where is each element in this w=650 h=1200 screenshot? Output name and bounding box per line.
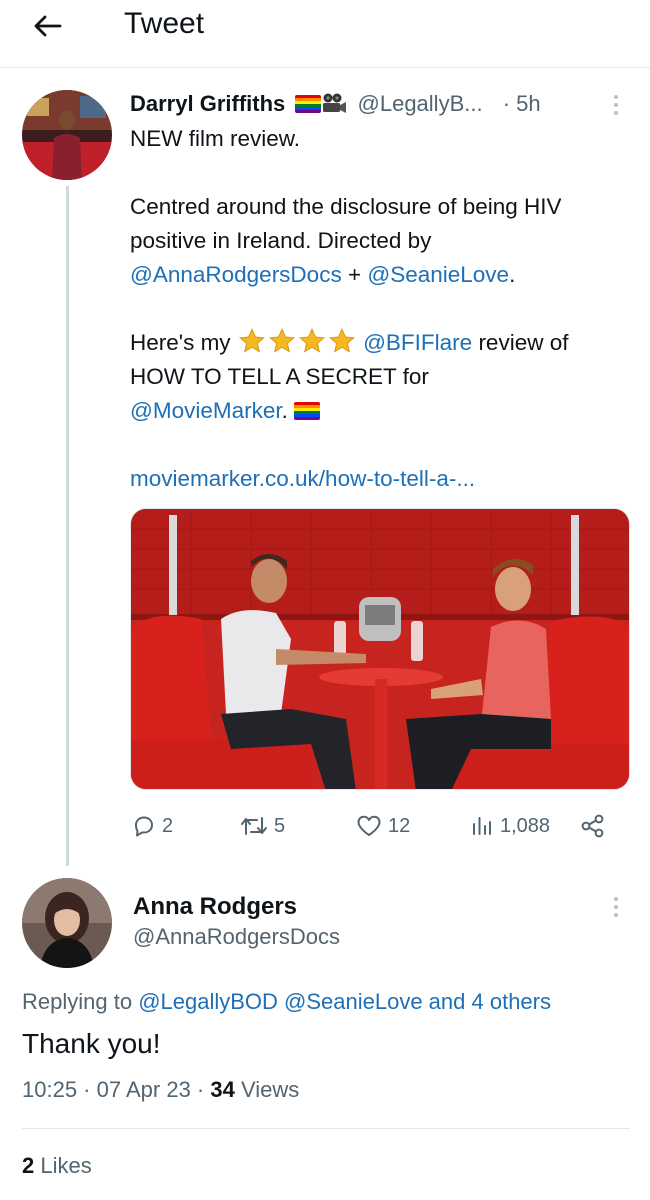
avatar-photo [22,90,112,180]
views-button[interactable]: 1,088 [470,808,550,844]
likes-count: 2 [22,1153,35,1178]
tweet-text-span: Here's my [130,330,237,355]
share-button[interactable] [580,808,606,844]
top-bar: Tweet [0,0,650,68]
retweet-icon [241,817,267,835]
reply-text: Thank you! [22,1028,161,1059]
more-dot-icon [614,95,618,99]
star-icon [298,328,325,353]
star-icon [238,328,265,353]
replying-to-links[interactable]: @LegallyBOD @SeanieLove and 4 others [138,989,551,1014]
divider [22,1128,630,1129]
mention-link[interactable]: @BFIFlare [363,330,472,355]
film-still-image [131,509,629,789]
reply-author-name[interactable]: Anna Rodgers [133,890,297,924]
reply-views-label: Views [234,1077,300,1102]
tweet-timestamp[interactable]: 5h [516,91,540,116]
back-button[interactable] [22,6,72,46]
avatar-photo [22,878,112,968]
rainbow-flag-icon [295,95,322,113]
replying-prefix: Replying to [22,989,139,1014]
more-dot-icon [614,913,618,917]
arrow-left-icon [34,15,62,37]
tweet-line: positive in Ireland. Directed by [130,228,432,253]
likes-label: Likes [34,1153,92,1178]
separator-dot: · [502,91,511,116]
plus-text: + [341,262,368,287]
tweet-action-bar: 2 5 12 1,088 [130,808,610,844]
tweet-body: NEW film review. Centred around the disc… [130,122,630,496]
reply-more-options-button[interactable] [606,894,626,920]
more-dot-icon [614,905,618,909]
star-rating [237,328,357,355]
tweet-text-span: review of [472,330,569,355]
tweet-line: Centred around the disclosure of being H… [130,194,562,219]
tweet-line: moviemarker.co.uk/how-to-tell-a-... [130,462,630,496]
views-count: 1,088 [500,814,551,837]
retweet-button[interactable]: 5 [240,808,285,844]
thread-connector-line [66,186,69,866]
author-name[interactable]: Darryl Griffiths [130,91,285,116]
likes-summary[interactable]: 2 Likes [22,1150,92,1182]
movie-camera-icon [323,93,347,113]
rainbow-flag-icon [294,402,321,420]
more-dot-icon [614,103,618,107]
tweet-header: Darryl Griffiths @LegallyB... · 5h [130,86,620,122]
mention-link[interactable]: @AnnaRodgersDocs [130,262,342,287]
star-icon [328,328,355,353]
reply-author-handle[interactable]: @AnnaRodgersDocs [133,922,340,952]
tweet-line: Here's my @BFIFlare review of [130,326,630,360]
reply-icon [135,816,153,837]
tweet-line: @AnnaRodgersDocs + @SeanieLove. [130,258,630,292]
page-title: Tweet [124,7,205,40]
reply-time[interactable]: 10:25 [22,1077,77,1102]
more-dot-icon [614,897,618,901]
author-handle[interactable]: @LegallyB... [358,91,483,116]
reply-count: 2 [162,814,174,837]
share-icon [581,814,604,838]
more-dot-icon [614,111,618,115]
analytics-bars-icon [473,817,491,835]
replying-to-line: Replying to @LegallyBOD @SeanieLove and … [22,986,642,1018]
reply-button[interactable]: 2 [132,808,173,844]
reply-date[interactable]: 07 Apr 23 [97,1077,191,1102]
tweet-line: NEW film review. [130,126,301,151]
like-count: 12 [388,814,411,837]
period-text: . [509,262,516,287]
tweet-line: @MovieMarker. [130,394,630,428]
heart-icon [357,815,381,836]
like-button[interactable]: 12 [356,808,410,844]
reply-views-count: 34 [210,1077,235,1102]
tweet-text-span: . [281,398,295,423]
tweet-line: HOW TO TELL A SECRET for [130,364,429,389]
reply-author-avatar[interactable] [22,878,112,968]
star-icon [268,328,295,353]
mention-link[interactable]: @MovieMarker [130,398,282,423]
reply-meta: 10:25 · 07 Apr 23 · 34 Views [22,1077,300,1102]
mention-link[interactable]: @SeanieLove [367,262,509,287]
author-avatar[interactable] [22,90,112,180]
more-options-button[interactable] [606,92,626,118]
retweet-count: 5 [274,814,286,837]
url-link[interactable]: moviemarker.co.uk/how-to-tell-a-... [130,466,475,491]
tweet-media-image[interactable] [130,508,630,790]
